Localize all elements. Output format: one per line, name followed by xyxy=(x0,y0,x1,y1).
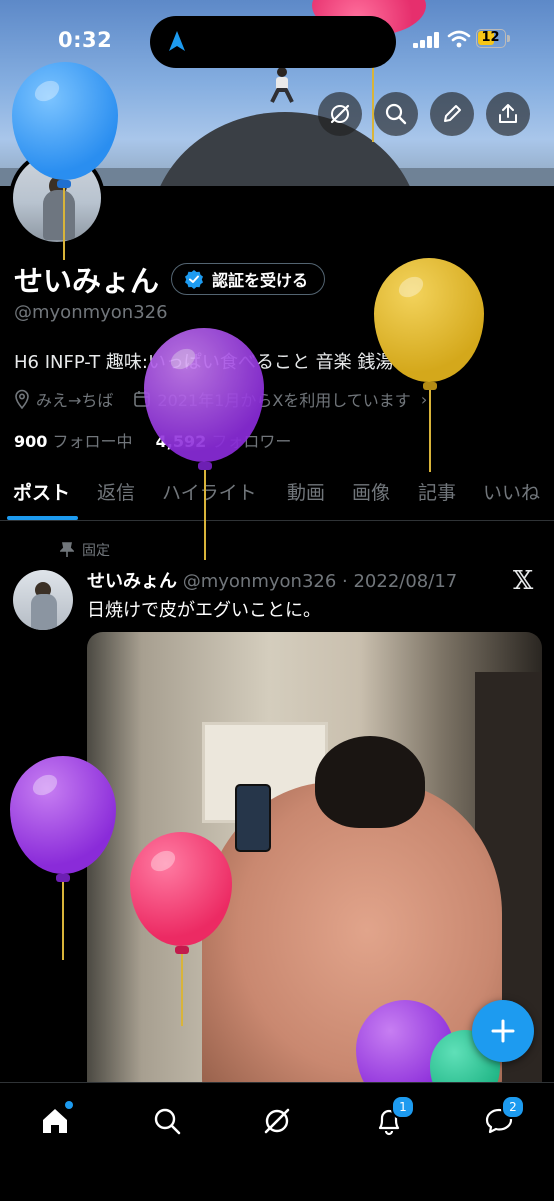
image-person-hair xyxy=(315,736,425,828)
search-icon xyxy=(385,103,407,125)
balloon-knot xyxy=(423,382,437,390)
battery-icon: 12 xyxy=(476,29,506,48)
tab-videos[interactable]: 動画 xyxy=(287,478,325,505)
navigation-arrow-icon xyxy=(169,31,185,51)
get-verified-label: 認証を受ける xyxy=(212,271,309,290)
dynamic-island xyxy=(150,16,396,68)
status-bar: 0:32 12 xyxy=(0,0,554,84)
nav-notifications[interactable]: 1 xyxy=(369,1095,415,1141)
balloon-yellow xyxy=(374,258,484,382)
home-unread-dot xyxy=(65,1101,73,1109)
pin-icon xyxy=(60,542,74,557)
share-button[interactable] xyxy=(486,92,530,136)
post-author-name[interactable]: せいみょん xyxy=(87,571,177,592)
messages-badge: 2 xyxy=(501,1095,525,1119)
location-icon xyxy=(15,389,29,409)
verified-badge-icon xyxy=(185,270,203,289)
pinned-label: 固定 xyxy=(82,543,110,559)
post-avatar-figure xyxy=(31,594,57,630)
battery-level: 12 xyxy=(481,30,500,45)
tab-posts[interactable]: ポスト xyxy=(13,478,70,505)
tab-replies[interactable]: 返信 xyxy=(97,478,135,505)
balloon-string xyxy=(181,954,183,1026)
tab-articles[interactable]: 記事 xyxy=(418,478,456,505)
nav-messages[interactable]: 2 xyxy=(479,1095,525,1141)
tab-photos[interactable]: 画像 xyxy=(352,478,390,505)
nav-home[interactable] xyxy=(35,1101,75,1141)
battery-tip xyxy=(507,35,510,42)
profile-location: みえ→ちば xyxy=(36,391,114,410)
bottom-nav: 1 2 xyxy=(0,1082,554,1201)
grok-icon xyxy=(330,104,350,124)
balloon-string xyxy=(63,188,65,260)
x-logo-icon: 𝕏 xyxy=(513,566,534,596)
following-label: フォロー中 xyxy=(52,432,133,451)
search-icon xyxy=(154,1108,181,1135)
balloon-knot xyxy=(57,180,71,188)
following-count: 900 xyxy=(14,432,48,451)
plus-icon xyxy=(491,1019,515,1043)
tab-likes[interactable]: いいね xyxy=(483,478,540,505)
get-verified-button[interactable]: 認証を受ける xyxy=(171,263,326,295)
edit-button[interactable] xyxy=(430,92,474,136)
balloon-string xyxy=(204,470,206,560)
tab-indicator xyxy=(7,516,78,520)
post-avatar[interactable] xyxy=(13,570,73,630)
grok-icon xyxy=(264,1108,290,1134)
chevron-right-icon: › xyxy=(420,389,428,409)
compose-button[interactable] xyxy=(472,1000,534,1062)
tab-highlights[interactable]: ハイライト xyxy=(162,478,257,505)
edit-icon xyxy=(444,105,461,122)
balloon-knot xyxy=(198,462,212,470)
post-text: 日焼けで皮がエグいことに。 xyxy=(87,600,321,621)
balloon-string xyxy=(429,390,431,472)
display-name: せいみょん xyxy=(14,264,160,298)
pinned-indicator: 固定 xyxy=(60,540,110,560)
status-time: 0:32 xyxy=(58,28,113,52)
image-phone xyxy=(235,784,271,852)
nav-grok[interactable] xyxy=(257,1101,297,1141)
avatar-figure xyxy=(43,190,75,240)
post-header: せいみょん @myonmyon326 · 2022/08/17 xyxy=(87,567,457,593)
share-icon xyxy=(499,104,517,123)
profile-handle: @myonmyon326 xyxy=(14,302,168,323)
balloon-string xyxy=(62,882,64,960)
grok-button[interactable] xyxy=(318,92,362,136)
notifications-badge: 1 xyxy=(391,1095,415,1119)
nav-search[interactable] xyxy=(147,1101,187,1141)
balloon-knot xyxy=(56,874,70,882)
signal-icon xyxy=(413,32,439,48)
search-button[interactable] xyxy=(374,92,418,136)
home-icon xyxy=(43,1109,67,1133)
balloon-knot xyxy=(175,946,189,954)
profile-tabs: ポスト 返信 ハイライト 動画 画像 記事 いいね xyxy=(0,468,554,521)
post-meta: @myonmyon326 · 2022/08/17 xyxy=(182,571,458,592)
wifi-icon xyxy=(447,30,471,48)
following-link[interactable]: 900 フォロー中 xyxy=(14,432,133,451)
